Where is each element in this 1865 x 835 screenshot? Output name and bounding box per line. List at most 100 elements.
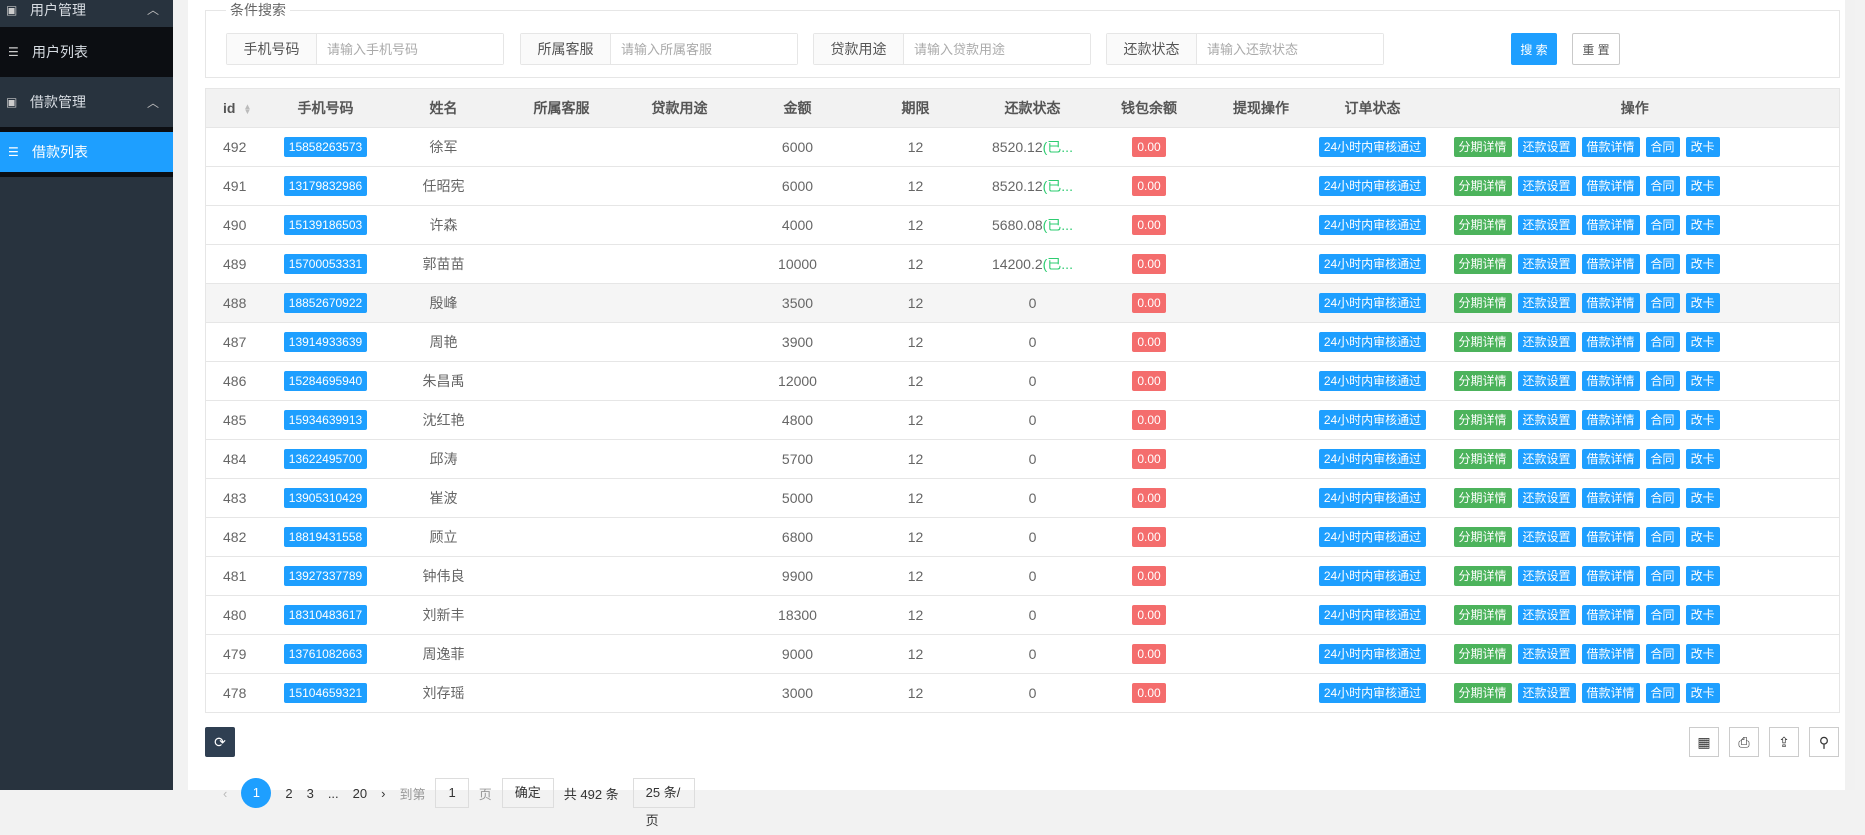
loan-detail-button[interactable]: 借款详情 bbox=[1581, 254, 1640, 274]
purpose-input[interactable] bbox=[904, 34, 1090, 64]
change-card-button[interactable]: 改卡 bbox=[1685, 215, 1720, 235]
loan-detail-button[interactable]: 借款详情 bbox=[1581, 410, 1640, 430]
page-20[interactable]: 20 bbox=[353, 786, 367, 801]
phone-badge[interactable]: 13905310429 bbox=[283, 488, 368, 508]
loan-detail-button[interactable]: 借款详情 bbox=[1581, 683, 1640, 703]
contract-button[interactable]: 合同 bbox=[1645, 371, 1680, 391]
search-toggle-button[interactable]: ⚲ bbox=[1809, 727, 1839, 757]
loan-detail-button[interactable]: 借款详情 bbox=[1581, 332, 1640, 352]
change-card-button[interactable]: 改卡 bbox=[1685, 683, 1720, 703]
service-input[interactable] bbox=[611, 34, 797, 64]
change-card-button[interactable]: 改卡 bbox=[1685, 137, 1720, 157]
change-card-button[interactable]: 改卡 bbox=[1685, 293, 1720, 313]
contract-button[interactable]: 合同 bbox=[1645, 566, 1680, 586]
phone-badge[interactable]: 15934639913 bbox=[283, 410, 368, 430]
contract-button[interactable]: 合同 bbox=[1645, 488, 1680, 508]
contract-button[interactable]: 合同 bbox=[1645, 215, 1680, 235]
repay-settings-button[interactable]: 还款设置 bbox=[1517, 176, 1576, 196]
repay-settings-button[interactable]: 还款设置 bbox=[1517, 488, 1576, 508]
installment-detail-button[interactable]: 分期详情 bbox=[1453, 488, 1512, 508]
print-button[interactable]: ⎙ bbox=[1729, 727, 1759, 757]
loan-detail-button[interactable]: 借款详情 bbox=[1581, 293, 1640, 313]
goto-confirm-button[interactable]: 确定 bbox=[501, 778, 554, 808]
phone-badge[interactable]: 18852670922 bbox=[283, 293, 368, 313]
phone-input[interactable] bbox=[317, 34, 503, 64]
repay-settings-button[interactable]: 还款设置 bbox=[1517, 566, 1576, 586]
phone-badge[interactable]: 18819431558 bbox=[283, 527, 368, 547]
repay-settings-button[interactable]: 还款设置 bbox=[1517, 293, 1576, 313]
change-card-button[interactable]: 改卡 bbox=[1685, 488, 1720, 508]
repay-settings-button[interactable]: 还款设置 bbox=[1517, 137, 1576, 157]
installment-detail-button[interactable]: 分期详情 bbox=[1453, 527, 1512, 547]
contract-button[interactable]: 合同 bbox=[1645, 683, 1680, 703]
phone-badge[interactable]: 13927337789 bbox=[283, 566, 368, 586]
loan-detail-button[interactable]: 借款详情 bbox=[1581, 137, 1640, 157]
contract-button[interactable]: 合同 bbox=[1645, 605, 1680, 625]
phone-badge[interactable]: 18310483617 bbox=[283, 605, 368, 625]
contract-button[interactable]: 合同 bbox=[1645, 410, 1680, 430]
repay-settings-button[interactable]: 还款设置 bbox=[1517, 332, 1576, 352]
phone-badge[interactable]: 15700053331 bbox=[283, 254, 368, 274]
contract-button[interactable]: 合同 bbox=[1645, 254, 1680, 274]
change-card-button[interactable]: 改卡 bbox=[1685, 605, 1720, 625]
change-card-button[interactable]: 改卡 bbox=[1685, 527, 1720, 547]
installment-detail-button[interactable]: 分期详情 bbox=[1453, 371, 1512, 391]
repay-settings-button[interactable]: 还款设置 bbox=[1517, 410, 1576, 430]
change-card-button[interactable]: 改卡 bbox=[1685, 566, 1720, 586]
phone-badge[interactable]: 15858263573 bbox=[283, 137, 368, 157]
contract-button[interactable]: 合同 bbox=[1645, 644, 1680, 664]
page-2[interactable]: 2 bbox=[285, 786, 292, 801]
repay-settings-button[interactable]: 还款设置 bbox=[1517, 449, 1576, 469]
change-card-button[interactable]: 改卡 bbox=[1685, 254, 1720, 274]
installment-detail-button[interactable]: 分期详情 bbox=[1453, 683, 1512, 703]
phone-badge[interactable]: 15104659321 bbox=[283, 683, 368, 703]
change-card-button[interactable]: 改卡 bbox=[1685, 449, 1720, 469]
sidebar-item-user-list[interactable]: ☰ 用户列表 bbox=[0, 27, 173, 77]
header-id[interactable]: id ▲ ▼ bbox=[205, 88, 267, 128]
installment-detail-button[interactable]: 分期详情 bbox=[1453, 644, 1512, 664]
loan-detail-button[interactable]: 借款详情 bbox=[1581, 176, 1640, 196]
change-card-button[interactable]: 改卡 bbox=[1685, 371, 1720, 391]
sidebar-group-user-mgmt[interactable]: ▣ 用户管理 ︿ bbox=[0, 0, 173, 27]
contract-button[interactable]: 合同 bbox=[1645, 293, 1680, 313]
change-card-button[interactable]: 改卡 bbox=[1685, 644, 1720, 664]
sort-icon[interactable]: ▲ ▼ bbox=[243, 103, 251, 116]
refresh-button[interactable]: ⟳ bbox=[205, 727, 235, 757]
phone-badge[interactable]: 15284695940 bbox=[283, 371, 368, 391]
scrollbar[interactable] bbox=[1845, 0, 1855, 790]
installment-detail-button[interactable]: 分期详情 bbox=[1453, 332, 1512, 352]
repay-settings-button[interactable]: 还款设置 bbox=[1517, 527, 1576, 547]
contract-button[interactable]: 合同 bbox=[1645, 527, 1680, 547]
loan-detail-button[interactable]: 借款详情 bbox=[1581, 449, 1640, 469]
repay-settings-button[interactable]: 还款设置 bbox=[1517, 605, 1576, 625]
phone-badge[interactable]: 13761082663 bbox=[283, 644, 368, 664]
page-1[interactable]: 1 bbox=[241, 778, 272, 808]
export-button[interactable]: ⇪ bbox=[1769, 727, 1799, 757]
loan-detail-button[interactable]: 借款详情 bbox=[1581, 644, 1640, 664]
installment-detail-button[interactable]: 分期详情 bbox=[1453, 449, 1512, 469]
prev-page[interactable]: ‹ bbox=[223, 786, 227, 801]
columns-button[interactable]: ▦ bbox=[1689, 727, 1719, 757]
installment-detail-button[interactable]: 分期详情 bbox=[1453, 137, 1512, 157]
repay-settings-button[interactable]: 还款设置 bbox=[1517, 215, 1576, 235]
phone-badge[interactable]: 13179832986 bbox=[283, 176, 368, 196]
goto-page-input[interactable]: 1 bbox=[435, 778, 469, 808]
per-page-select[interactable]: 25 条/页 bbox=[632, 778, 695, 828]
contract-button[interactable]: 合同 bbox=[1645, 176, 1680, 196]
installment-detail-button[interactable]: 分期详情 bbox=[1453, 566, 1512, 586]
installment-detail-button[interactable]: 分期详情 bbox=[1453, 293, 1512, 313]
loan-detail-button[interactable]: 借款详情 bbox=[1581, 605, 1640, 625]
contract-button[interactable]: 合同 bbox=[1645, 137, 1680, 157]
phone-badge[interactable]: 13914933639 bbox=[283, 332, 368, 352]
contract-button[interactable]: 合同 bbox=[1645, 332, 1680, 352]
repay-settings-button[interactable]: 还款设置 bbox=[1517, 371, 1576, 391]
reset-button[interactable]: 重 置 bbox=[1572, 33, 1620, 65]
loan-detail-button[interactable]: 借款详情 bbox=[1581, 215, 1640, 235]
phone-badge[interactable]: 15139186503 bbox=[283, 215, 368, 235]
installment-detail-button[interactable]: 分期详情 bbox=[1453, 605, 1512, 625]
page-3[interactable]: 3 bbox=[307, 786, 314, 801]
next-page[interactable]: › bbox=[381, 786, 385, 801]
phone-badge[interactable]: 13622495700 bbox=[283, 449, 368, 469]
loan-detail-button[interactable]: 借款详情 bbox=[1581, 527, 1640, 547]
sidebar-group-loan-mgmt[interactable]: ▣ 借款管理 ︿ bbox=[0, 77, 173, 127]
